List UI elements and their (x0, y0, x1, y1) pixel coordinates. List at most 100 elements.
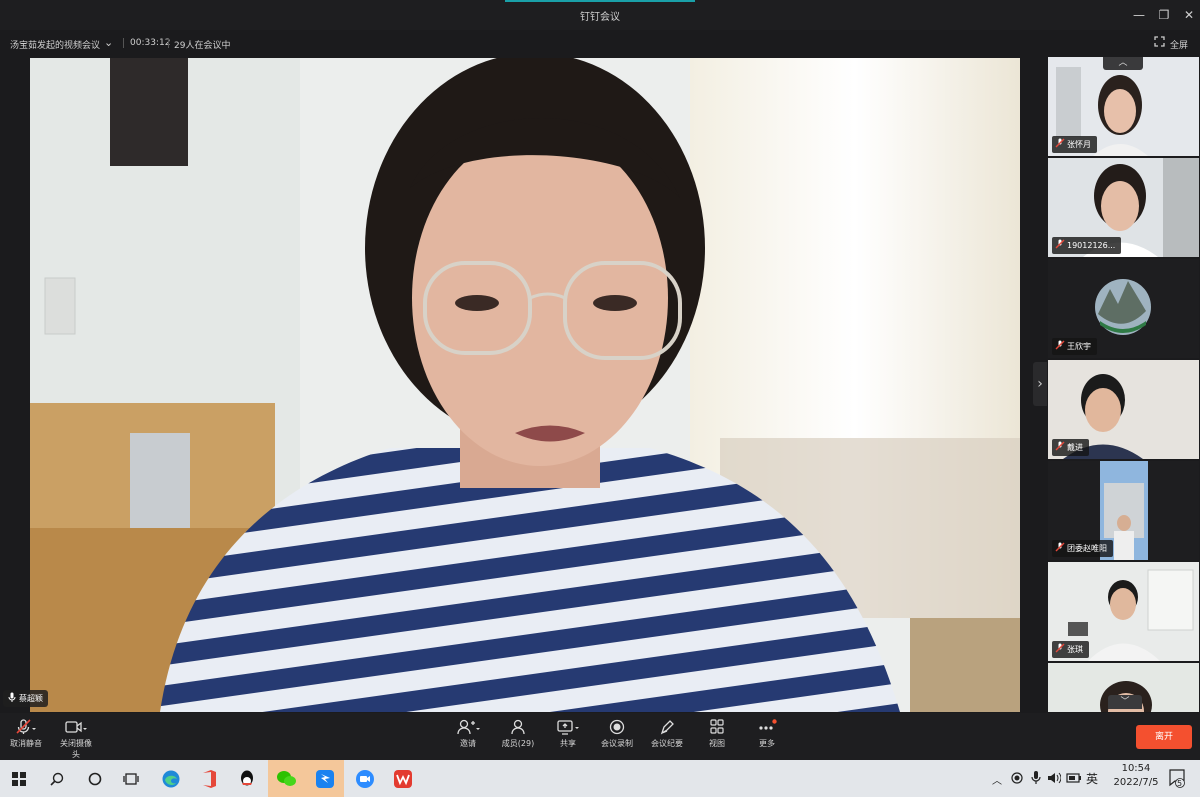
camera-label: 关闭摄像头 (60, 739, 92, 759)
main-video-frame (30, 58, 1020, 712)
ime-indicator[interactable]: 英 (1086, 770, 1098, 787)
share-button[interactable]: 共享 (553, 719, 583, 749)
participant-name: 戴进 (1067, 443, 1083, 452)
meeting-duration: 00:33:12 (130, 38, 171, 48)
participant-tile[interactable]: ﹀ (1048, 663, 1199, 712)
invite-label: 邀请 (460, 739, 476, 748)
notification-center-icon[interactable]: 5 (1168, 768, 1186, 791)
view-button[interactable]: 视图 (702, 719, 732, 749)
speaker-name: 蔡超颖 (19, 694, 43, 703)
participant-tile[interactable]: 张怀月 (1048, 57, 1199, 156)
qq-icon[interactable] (228, 760, 266, 797)
participant-label: 张怀月 (1052, 136, 1097, 153)
record-icon (609, 719, 625, 735)
leave-button[interactable]: 离开 (1136, 725, 1192, 749)
mic-off-icon (1055, 138, 1065, 148)
grid-view-icon (710, 719, 724, 734)
minutes-button[interactable]: 会议纪要 (648, 719, 686, 749)
clock-date: 2022/7/5 (1113, 777, 1159, 788)
participant-label: 团委赵唯阳 (1052, 540, 1113, 557)
windows-start-icon[interactable] (0, 760, 38, 797)
battery-icon[interactable] (1066, 771, 1082, 788)
members-icon (511, 719, 525, 735)
notification-count: 5 (1177, 779, 1183, 788)
participant-tile[interactable]: 王欣宇 (1048, 259, 1199, 358)
meeting-toolbar: 取消静音 关闭摄像头 邀请 成员(29) 共享 会议录制 会议纪要 视图 更多 … (0, 713, 1200, 760)
mic-off-icon (16, 719, 36, 734)
invite-button[interactable]: 邀请 (452, 719, 484, 749)
edge-browser-icon[interactable] (152, 760, 190, 797)
wechat-icon[interactable] (268, 760, 306, 797)
task-view-icon[interactable] (112, 760, 150, 797)
members-button[interactable]: 成员(29) (498, 719, 538, 749)
record-tray-icon[interactable] (1011, 772, 1023, 787)
participant-tile[interactable]: 张琪 (1048, 562, 1199, 661)
share-screen-icon (557, 720, 579, 735)
mic-off-icon (1055, 340, 1065, 350)
add-user-icon (457, 719, 480, 735)
scroll-up-button[interactable]: ︿ (1103, 57, 1143, 70)
camera-button[interactable]: 关闭摄像头 (58, 719, 94, 760)
meeting-info-bar: 汤宝茹发起的视频会议 ⌄ 00:33:12 29人在会议中 全屏 (0, 30, 1200, 56)
title-bar: 钉钉会议 — ❐ ✕ (0, 0, 1200, 30)
record-button[interactable]: 会议录制 (598, 719, 636, 749)
dingtalk-icon[interactable] (306, 760, 344, 797)
participant-label: 戴进 (1052, 439, 1089, 456)
close-icon[interactable]: ✕ (1180, 6, 1198, 24)
scroll-down-button[interactable]: ﹀ (1108, 695, 1142, 709)
minimize-icon[interactable]: — (1130, 6, 1148, 24)
office-icon[interactable] (190, 760, 228, 797)
more-icon (759, 719, 777, 730)
more-label: 更多 (759, 739, 775, 748)
chevron-up-icon[interactable]: ︿ (992, 772, 1002, 787)
participant-name: 19012126... (1067, 241, 1116, 250)
window-title: 钉钉会议 (580, 12, 620, 23)
main-video (30, 58, 1020, 712)
participant-label: 19012126... (1052, 237, 1122, 254)
participant-tile[interactable]: 团委赵唯阳 (1048, 461, 1199, 560)
wps-icon[interactable] (384, 760, 422, 797)
microphone-tray-icon[interactable] (1031, 771, 1041, 788)
record-label: 会议录制 (601, 739, 633, 748)
mic-off-icon (1055, 239, 1065, 249)
volume-icon[interactable] (1047, 771, 1062, 788)
mic-icon (8, 692, 16, 702)
more-button[interactable]: 更多 (752, 719, 782, 749)
speaker-label: 蔡超颖 (3, 690, 48, 707)
participant-name: 张怀月 (1067, 140, 1091, 149)
participant-name: 团委赵唯阳 (1067, 544, 1107, 553)
camera-icon (65, 721, 87, 733)
chevron-down-icon[interactable]: ⌄ (104, 36, 113, 49)
os-taskbar: ︿ 英 10:54 2022/7/5 5 (0, 760, 1200, 797)
participant-tile[interactable]: 19012126... (1048, 158, 1199, 257)
mic-off-icon (1055, 441, 1065, 451)
collapse-sidebar-button[interactable]: › (1033, 362, 1047, 406)
share-label: 共享 (560, 739, 576, 748)
divider (123, 38, 124, 48)
participant-name: 王欣宇 (1067, 342, 1091, 351)
participant-count: 29人在会议中 (174, 41, 231, 51)
fullscreen-button[interactable]: 全屏 (1170, 38, 1188, 51)
participant-label: 王欣宇 (1052, 338, 1097, 355)
mic-off-icon (1055, 542, 1065, 552)
participant-label: 张琪 (1052, 641, 1089, 658)
unmute-label: 取消静音 (10, 739, 42, 748)
search-icon[interactable] (38, 760, 76, 797)
participant-tile[interactable]: 戴进 (1048, 360, 1199, 459)
clock-time: 10:54 (1121, 763, 1151, 774)
meeting-name[interactable]: 汤宝茹发起的视频会议 (10, 38, 100, 51)
fullscreen-icon[interactable] (1154, 36, 1165, 50)
divider (168, 38, 169, 48)
meeting-app-icon[interactable] (346, 760, 384, 797)
members-label: 成员(29) (501, 739, 535, 748)
title-accent (505, 0, 695, 2)
participant-name: 张琪 (1067, 645, 1083, 654)
mic-off-icon (1055, 643, 1065, 653)
clock[interactable]: 10:54 2022/7/5 (1110, 763, 1162, 788)
cortana-icon[interactable] (76, 760, 114, 797)
minutes-label: 会议纪要 (651, 739, 683, 748)
unmute-button[interactable]: 取消静音 (8, 719, 44, 749)
restore-icon[interactable]: ❐ (1155, 6, 1173, 24)
minutes-icon (660, 720, 674, 735)
view-label: 视图 (709, 739, 725, 748)
